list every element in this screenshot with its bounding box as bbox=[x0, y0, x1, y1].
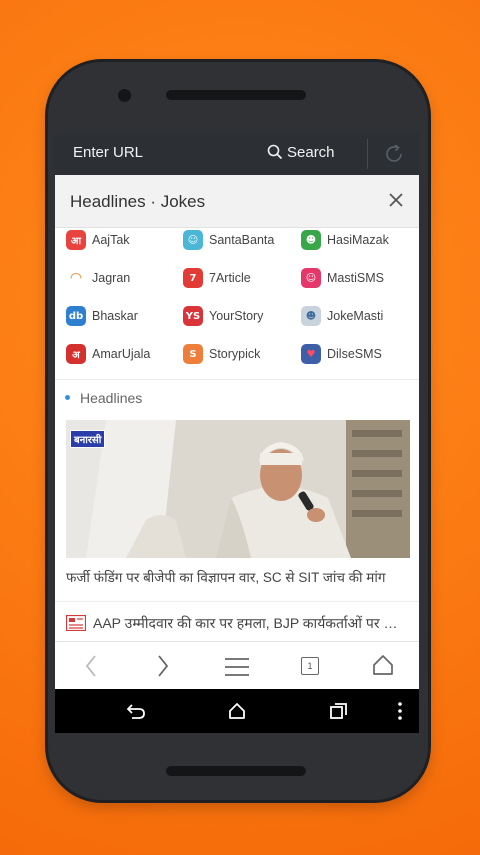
recent-apps-icon[interactable] bbox=[330, 703, 347, 719]
quicklinks-grid: आ AajTak ☺ SantaBanta ☻ HasiMazak ◠ Jagr… bbox=[55, 228, 419, 380]
santabanta-icon: ☺ bbox=[183, 230, 203, 250]
mastisms-icon: ☺ bbox=[301, 268, 321, 288]
quicklink-jokemasti[interactable]: ☻ JokeMasti bbox=[301, 304, 383, 328]
search-label: Search bbox=[287, 144, 335, 161]
bottom-speaker bbox=[166, 766, 306, 776]
quicklink-mastisms[interactable]: ☺ MastiSMS bbox=[301, 266, 384, 290]
amarujala-icon: अ bbox=[66, 344, 86, 364]
jokemasti-icon: ☻ bbox=[301, 306, 321, 326]
7article-icon: 7 bbox=[183, 268, 203, 288]
browser-screen: Enter URL Search Headlines · Jokes आ Aaj… bbox=[55, 133, 419, 733]
headlines-section-header: Headlines bbox=[55, 380, 419, 418]
url-divider bbox=[367, 139, 368, 169]
hasimazak-icon: ☻ bbox=[301, 230, 321, 250]
yourstory-icon: YS bbox=[183, 306, 203, 326]
quicklink-storypick[interactable]: S Storypick bbox=[183, 342, 260, 366]
quicklink-dilsesms[interactable]: ♥ DilseSMS bbox=[301, 342, 382, 366]
newspaper-icon bbox=[66, 615, 86, 631]
quicklink-label: AmarUjala bbox=[92, 347, 151, 361]
close-icon[interactable] bbox=[389, 193, 403, 207]
overflow-menu-icon[interactable] bbox=[398, 702, 402, 720]
news-headline-1[interactable]: फर्जी फंडिंग पर बीजेपी का विज्ञापन वार, … bbox=[66, 568, 411, 586]
jagran-icon: ◠ bbox=[66, 268, 86, 288]
quicklink-label: JokeMasti bbox=[327, 309, 384, 323]
channel-watermark: बनारसी bbox=[70, 430, 106, 448]
tabs-button[interactable]: 1 bbox=[301, 657, 319, 675]
quicklink-hasimazak[interactable]: ☻ HasiMazak bbox=[301, 228, 389, 252]
news-image[interactable]: बनारसी bbox=[66, 420, 410, 558]
aajtak-icon: आ bbox=[66, 230, 86, 250]
home-icon[interactable] bbox=[372, 654, 394, 676]
url-bar: Enter URL Search bbox=[55, 133, 419, 175]
front-camera bbox=[118, 89, 131, 102]
quicklink-label: Storypick bbox=[209, 347, 261, 361]
storypick-icon: S bbox=[183, 344, 203, 364]
system-navigation-bar bbox=[55, 689, 419, 733]
news-headline-2: AAP उम्मीदवार की कार पर हमला, BJP कार्यक… bbox=[93, 615, 411, 631]
news-item-2[interactable]: AAP उम्मीदवार की कार पर हमला, BJP कार्यक… bbox=[55, 601, 419, 644]
quicklink-label: MastiSMS bbox=[327, 271, 384, 285]
earpiece-speaker bbox=[166, 90, 306, 100]
search-icon bbox=[267, 144, 283, 160]
panel-header: Headlines · Jokes bbox=[55, 175, 419, 228]
quicklink-bhaskar[interactable]: db Bhaskar bbox=[66, 304, 138, 328]
quicklink-label: Bhaskar bbox=[92, 309, 138, 323]
refresh-icon[interactable] bbox=[383, 143, 405, 165]
quicklink-7article[interactable]: 7 7Article bbox=[183, 266, 251, 290]
forward-icon[interactable] bbox=[156, 654, 170, 678]
quicklink-label: SantaBanta bbox=[209, 233, 275, 247]
dilsesms-icon: ♥ bbox=[301, 344, 321, 364]
back-icon[interactable] bbox=[84, 654, 98, 678]
quicklink-jagran[interactable]: ◠ Jagran bbox=[66, 266, 130, 290]
menu-icon[interactable] bbox=[225, 658, 249, 676]
system-home-icon[interactable] bbox=[229, 703, 245, 719]
url-input[interactable]: Enter URL bbox=[73, 144, 143, 161]
quicklink-santabanta[interactable]: ☺ SantaBanta bbox=[183, 228, 274, 252]
browser-toolbar: 1 bbox=[55, 641, 419, 690]
bhaskar-icon: db bbox=[66, 306, 86, 326]
system-back-icon[interactable] bbox=[127, 703, 145, 719]
headlines-label: Headlines bbox=[80, 390, 143, 406]
quicklink-label: DilseSMS bbox=[327, 347, 382, 361]
quicklink-label: AajTak bbox=[92, 233, 130, 247]
news-photo bbox=[66, 420, 410, 558]
quicklink-amarujala[interactable]: अ AmarUjala bbox=[66, 342, 150, 366]
quicklink-label: Jagran bbox=[92, 271, 131, 285]
panel-title: Headlines · Jokes bbox=[70, 192, 206, 211]
quicklink-label: HasiMazak bbox=[327, 233, 389, 247]
quicklink-yourstory[interactable]: YS YourStory bbox=[183, 304, 263, 328]
quicklink-label: YourStory bbox=[209, 309, 264, 323]
search-button[interactable]: Search bbox=[267, 144, 335, 161]
quicklink-aajtak[interactable]: आ AajTak bbox=[66, 228, 130, 252]
quicklink-label: 7Article bbox=[209, 271, 251, 285]
bullet-dot bbox=[65, 395, 70, 400]
